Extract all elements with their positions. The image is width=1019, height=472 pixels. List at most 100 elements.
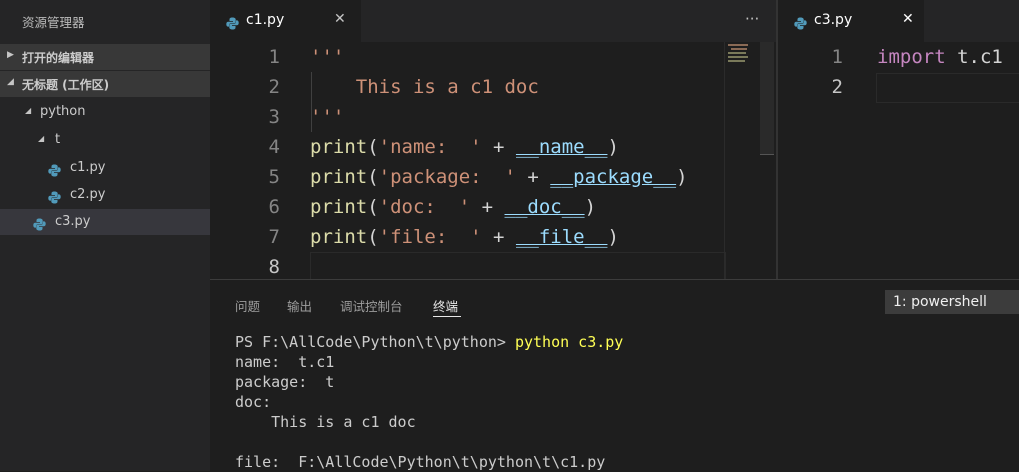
minimap-line — [728, 56, 748, 58]
code-token: + — [515, 166, 551, 188]
tab-label: c3.py — [814, 12, 853, 28]
code-token: ( — [367, 136, 379, 158]
code-area[interactable]: import t.c1 — [877, 42, 1003, 102]
minimap-line — [728, 52, 746, 54]
code-line[interactable]: print('name: ' + __name__) — [310, 132, 688, 162]
code-token: ( — [367, 226, 379, 248]
tree-item-label: c2.py — [70, 187, 106, 202]
open-editors-section-header[interactable]: ▶ 打开的编辑器 — [0, 44, 210, 70]
panel-tab-problems[interactable]: 问题 — [235, 296, 260, 315]
python-file-icon — [33, 216, 46, 235]
minimap-line — [728, 60, 745, 62]
panel-tab-terminal[interactable]: 终端 — [433, 296, 458, 315]
code-token: ) — [676, 166, 688, 188]
chevron-down-icon: ◢ — [7, 77, 14, 87]
code-token: t.c1 — [945, 46, 1003, 68]
tab-label: c1.py — [246, 12, 285, 28]
left-editor[interactable]: 12345678 ''' This is a c1 doc ''' print('n… — [210, 42, 776, 279]
terminal-line: name: t.c1 — [235, 353, 335, 371]
code-line[interactable] — [310, 252, 688, 279]
terminal-command: python c3.py — [514, 333, 624, 351]
more-actions-icon[interactable]: ··· — [745, 10, 759, 28]
code-area[interactable]: ''' This is a c1 doc ''' print('name: ' + … — [310, 42, 688, 279]
terminal-select-value: 1: powershell — [893, 294, 987, 310]
code-token: print — [310, 226, 368, 248]
code-token: ) — [607, 226, 619, 248]
tab-c3-py[interactable]: c3.py ✕ — [778, 0, 924, 42]
tree-file-c1[interactable]: c1.py — [0, 155, 210, 181]
minimap-line — [728, 44, 748, 46]
code-token: This is a c1 doc — [310, 76, 539, 98]
terminal-line: PS F:\AllCode\Python\t\python> python c3… — [235, 332, 623, 352]
tree-folder-python[interactable]: ◢ python — [0, 99, 210, 125]
code-line[interactable]: print('doc: ' + __doc__) — [310, 192, 688, 222]
right-editor-tabbar: c3.py ✕ — [778, 0, 1019, 42]
code-token: ''' — [310, 46, 345, 68]
code-token: ) — [607, 136, 619, 158]
tree-item-label: c3.py — [55, 214, 91, 229]
line-number: 1 — [831, 46, 843, 68]
panel-tab-debug-console[interactable]: 调试控制台 — [340, 296, 403, 315]
code-token: + — [470, 196, 505, 218]
vertical-scrollbar[interactable] — [760, 42, 774, 155]
workspace-section-header[interactable]: ◢ 无标题 (工作区) — [0, 71, 210, 97]
code-line[interactable]: This is a c1 doc — [310, 72, 688, 102]
line-number-gutter: 1 2 3 4 5 6 7 8 — [250, 42, 280, 279]
code-token: __doc__ — [504, 196, 585, 218]
close-icon[interactable]: ✕ — [902, 11, 914, 27]
line-number: 4 — [268, 136, 280, 158]
terminal-prompt: PS F:\AllCode\Python\t\python> — [235, 333, 515, 351]
terminal-line: doc: — [235, 393, 272, 411]
code-token: import — [877, 46, 946, 68]
code-token: 'doc: ' — [378, 196, 471, 218]
chevron-down-icon: ◢ — [38, 134, 45, 143]
terminal-line: This is a c1 doc — [235, 413, 416, 431]
tree-item-label: python — [40, 104, 86, 119]
code-line[interactable]: ''' — [310, 42, 688, 72]
code-line[interactable]: print('file: ' + __file__) — [310, 222, 688, 252]
code-token: __name__ — [515, 136, 608, 158]
code-token: ( — [367, 166, 379, 188]
code-line[interactable]: print('package: ' + __package__) — [310, 162, 688, 192]
terminal-line: package: t — [235, 373, 335, 391]
line-number: 8 — [268, 256, 280, 278]
chevron-down-icon: ◢ — [25, 106, 32, 115]
line-number-gutter: 12 — [813, 42, 843, 102]
explorer-sidebar: 资源管理器 ▶ 打开的编辑器 ◢ 无标题 (工作区) ◢ python ◢ t … — [0, 0, 210, 471]
code-token: __file__ — [515, 226, 608, 248]
python-file-icon — [48, 189, 61, 208]
code-token: ''' — [310, 106, 345, 128]
line-number: 7 — [268, 226, 280, 248]
tree-file-c2[interactable]: c2.py — [0, 182, 210, 208]
code-token: + — [481, 226, 516, 248]
tree-file-c3[interactable]: c3.py — [0, 209, 210, 235]
right-editor[interactable]: 12 import t.c1 — [778, 42, 1019, 279]
python-file-icon — [794, 15, 807, 34]
left-editor-tabbar: c1.py ✕ ··· — [210, 0, 776, 42]
code-line[interactable] — [877, 72, 1003, 102]
code-token: 'name: ' — [378, 136, 482, 158]
line-number: 2 — [268, 76, 280, 98]
line-number: 5 — [268, 166, 280, 188]
terminal-output[interactable]: PS F:\AllCode\Python\t\python> python c3… — [235, 332, 623, 472]
line-number: 1 — [268, 46, 280, 68]
python-file-icon — [48, 162, 61, 181]
explorer-title: 资源管理器 — [22, 15, 85, 30]
line-number: 6 — [268, 196, 280, 218]
code-line[interactable]: import t.c1 — [877, 42, 1003, 72]
tab-c1-py[interactable]: c1.py ✕ — [210, 0, 361, 42]
tree-folder-t[interactable]: ◢ t — [0, 127, 210, 153]
code-token: print — [310, 196, 368, 218]
chevron-right-icon: ▶ — [7, 50, 14, 60]
open-editors-label: 打开的编辑器 — [22, 51, 95, 65]
code-token: print — [310, 136, 368, 158]
minimap-line — [731, 48, 747, 50]
tree-item-label: t — [55, 132, 61, 147]
code-token: 'package: ' — [378, 166, 516, 188]
python-file-icon — [226, 15, 239, 34]
close-icon[interactable]: ✕ — [334, 11, 346, 27]
terminal-select-dropdown[interactable]: 1: powershell — [885, 290, 1019, 314]
panel-tab-output[interactable]: 输出 — [287, 296, 312, 315]
line-number: 2 — [831, 76, 843, 98]
code-line[interactable]: ''' — [310, 102, 688, 132]
